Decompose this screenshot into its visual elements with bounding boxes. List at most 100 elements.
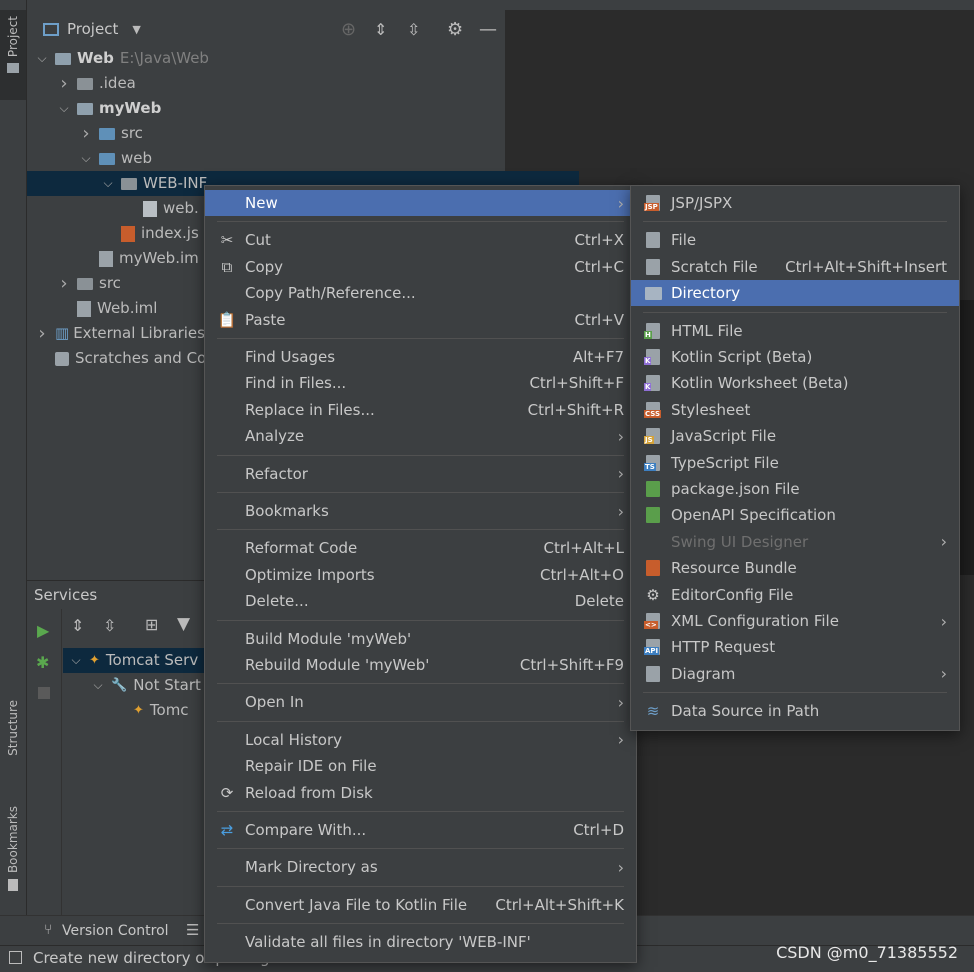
menu-item-refactor[interactable]: Refactor › (205, 461, 636, 487)
file-tag: H (644, 330, 652, 339)
tree-row[interactable]: index.js (101, 221, 199, 246)
new-stylesheet[interactable]: CSS Stylesheet (631, 397, 959, 423)
new-scratch-file[interactable]: Scratch File Ctrl+Alt+Shift+Insert (631, 254, 959, 280)
menu-separator (217, 454, 624, 456)
file-shape: <> (644, 613, 660, 629)
tree-row[interactable]: ⌵ Web E:\Java\Web (35, 46, 209, 71)
new-kotlin-worksheet-beta[interactable]: K Kotlin Worksheet (Beta) (631, 370, 959, 396)
bookmarks-tool-tab[interactable]: Bookmarks (0, 806, 26, 906)
new-typescript-file[interactable]: TS TypeScript File (631, 450, 959, 476)
debug-icon[interactable]: ✱ (36, 653, 49, 672)
file-shape (646, 481, 660, 497)
menu-item-paste[interactable]: 📋 Paste Ctrl+V (205, 307, 636, 333)
chevron-right-icon[interactable]: › (57, 71, 71, 96)
menu-item-repair-ide-on-file[interactable]: Repair IDE on File (205, 753, 636, 779)
new-editorconfig-file[interactable]: ⚙ EditorConfig File (631, 582, 959, 608)
menu-item-copy[interactable]: ⧉ Copy Ctrl+C (205, 254, 636, 280)
tree-row[interactable]: › ▥ External Libraries (35, 321, 205, 346)
minimize-icon[interactable]: — (479, 19, 497, 40)
editor-background-shape (958, 300, 974, 575)
new-file[interactable]: File (631, 227, 959, 253)
menu-item-local-history[interactable]: Local History › (205, 727, 636, 753)
menu-item-replace-in-files[interactable]: Replace in Files... Ctrl+Shift+R (205, 397, 636, 423)
chevron-right-icon[interactable]: › (35, 321, 49, 346)
tree-row-label: myWeb (99, 99, 162, 117)
menu-item-reload-from-disk[interactable]: ⟳ Reload from Disk (205, 780, 636, 806)
tree-row[interactable]: Web.iml (57, 296, 157, 321)
menu-item-cut[interactable]: ✂ Cut Ctrl+X (205, 227, 636, 253)
chevron-down-icon[interactable]: ⌵ (35, 46, 49, 71)
chevron-right-icon[interactable]: › (57, 271, 71, 296)
new-package-json-file[interactable]: package.json File (631, 476, 959, 502)
menu-item-mark-directory-as[interactable]: Mark Directory as › (205, 854, 636, 880)
tree-row[interactable]: web. (123, 196, 199, 221)
chevron-down-icon[interactable]: ⌵ (57, 96, 71, 121)
menu-item-label: Resource Bundle (671, 559, 797, 578)
new-jsp-jspx[interactable]: JSP JSP/JSPX (631, 190, 959, 216)
new-openapi-specification[interactable]: OpenAPI Specification (631, 502, 959, 528)
locate-icon[interactable]: ⊕ (341, 19, 356, 40)
menu-item-open-in[interactable]: Open In › (205, 689, 636, 715)
chevron-down-icon[interactable]: ▼ (132, 23, 140, 36)
list-icon[interactable]: ☰ (186, 921, 199, 939)
project-tool-tab[interactable]: Project (0, 10, 26, 100)
file-tag: K (644, 383, 652, 392)
menu-item-find-in-files[interactable]: Find in Files... Ctrl+Shift+F (205, 370, 636, 396)
menu-item-analyze[interactable]: Analyze › (205, 423, 636, 449)
layout-icon[interactable] (9, 951, 22, 964)
services-tree-row[interactable]: ⌵ 🔧 Not Start (91, 673, 200, 698)
chevron-down-icon[interactable]: ⌵ (69, 648, 83, 673)
folder-icon (77, 77, 93, 90)
tree-row[interactable]: myWeb.im (79, 246, 199, 271)
menu-item-reformat-code[interactable]: Reformat Code Ctrl+Alt+L (205, 535, 636, 561)
group-icon[interactable]: ⊞ (145, 615, 158, 634)
structure-tool-tab[interactable]: Structure (0, 700, 26, 780)
project-view-selector[interactable]: Project (67, 20, 118, 38)
new-diagram[interactable]: Diagram › (631, 661, 959, 687)
menu-item-delete[interactable]: Delete... Delete (205, 588, 636, 614)
tree-row[interactable]: › .idea (57, 71, 136, 96)
expand-all-icon[interactable]: ⇕ (71, 616, 84, 635)
menu-item-new[interactable]: New › (205, 190, 636, 216)
new-directory[interactable]: Directory (631, 280, 959, 307)
menu-item-find-usages[interactable]: Find Usages Alt+F7 (205, 344, 636, 370)
new-html-file[interactable]: H HTML File (631, 318, 959, 344)
menu-item-build-module-myweb[interactable]: Build Module 'myWeb' (205, 626, 636, 652)
menu-item-validate-all-files-in-directory-web-inf[interactable]: Validate all files in directory 'WEB-INF… (205, 929, 636, 955)
menu-item-rebuild-module-myweb[interactable]: Rebuild Module 'myWeb' Ctrl+Shift+F9 (205, 652, 636, 678)
services-title: Services (34, 586, 98, 604)
new-http-request[interactable]: API HTTP Request (631, 634, 959, 660)
services-tree-row[interactable]: ✦ Tomc (113, 698, 189, 723)
http-request-icon: API (643, 637, 663, 657)
filter-icon[interactable]: ▼ (177, 614, 190, 634)
menu-item-copy-path-reference[interactable]: Copy Path/Reference... (205, 280, 636, 306)
stop-icon[interactable] (38, 687, 50, 699)
expand-all-icon[interactable]: ⇕ (374, 20, 387, 39)
version-control-tab[interactable]: Version Control (62, 923, 169, 939)
chevron-down-icon[interactable]: ⌵ (101, 171, 115, 196)
tree-row-label: WEB-INF (143, 174, 208, 192)
gear-icon[interactable]: ⚙ (447, 19, 463, 40)
chevron-right-icon[interactable]: › (79, 121, 93, 146)
tree-row[interactable]: › src (57, 271, 121, 296)
new-kotlin-script-beta[interactable]: K Kotlin Script (Beta) (631, 344, 959, 370)
new-resource-bundle[interactable]: Resource Bundle (631, 555, 959, 581)
tree-row[interactable]: › src (79, 121, 143, 146)
new-data-source-in-path[interactable]: ≋ Data Source in Path (631, 698, 959, 724)
menu-item-shortcut: Ctrl+X (574, 231, 624, 250)
menu-item-label: New (245, 194, 278, 212)
menu-item-optimize-imports[interactable]: Optimize Imports Ctrl+Alt+O (205, 562, 636, 588)
run-icon[interactable]: ▶ (37, 621, 49, 640)
tree-row[interactable]: ⌵ myWeb (57, 96, 161, 121)
new-javascript-file[interactable]: JS JavaScript File (631, 423, 959, 449)
new-xml-configuration-file[interactable]: <> XML Configuration File › (631, 608, 959, 634)
chevron-down-icon[interactable]: ⌵ (91, 673, 105, 698)
tree-row[interactable]: Scratches and Co (35, 346, 206, 371)
tree-row[interactable]: ⌵ web (79, 146, 152, 171)
collapse-all-icon[interactable]: ⇳ (103, 616, 116, 635)
menu-item-convert-java-file-to-kotlin-file[interactable]: Convert Java File to Kotlin File Ctrl+Alt… (205, 892, 636, 918)
menu-item-compare-with[interactable]: ⇄ Compare With... Ctrl+D (205, 817, 636, 843)
chevron-down-icon[interactable]: ⌵ (79, 146, 93, 171)
collapse-all-icon[interactable]: ⇳ (407, 20, 420, 39)
menu-item-bookmarks[interactable]: Bookmarks › (205, 498, 636, 524)
